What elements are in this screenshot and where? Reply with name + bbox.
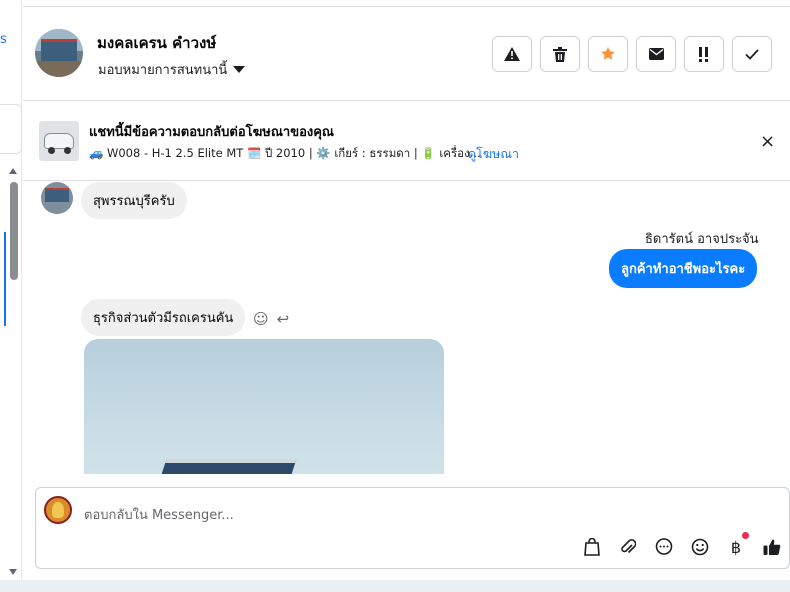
delete-button[interactable] xyxy=(540,36,580,72)
view-ad-link[interactable]: ดูโฆษณา xyxy=(468,144,519,164)
notification-dot xyxy=(742,532,749,539)
mark-done-button[interactable] xyxy=(732,36,772,72)
scroll-up-arrow-icon[interactable] xyxy=(9,168,17,174)
message-thread: สุพรรณบุรีครับ ธิดารัตน์ อาจประจัน ลูกค้… xyxy=(23,182,790,474)
agent-name: ธิดารัตน์ อาจประจัน xyxy=(645,232,759,247)
warning-icon xyxy=(504,47,520,61)
composer-tools: ฿ xyxy=(581,532,783,558)
priority-icon xyxy=(699,46,708,62)
reply-input[interactable]: ตอบกลับใน Messenger... xyxy=(84,504,234,525)
action-buttons xyxy=(492,36,772,72)
ad-context-banner: แชทนี้มีข้อความตอบกลับต่อโฆษณาของคุณ 🚙 W… xyxy=(23,101,790,181)
sender-avatar[interactable] xyxy=(41,182,73,214)
assign-dropdown[interactable]: มอบหมายการสนทนานี้ xyxy=(98,59,246,80)
trash-icon xyxy=(553,46,567,62)
baht-symbol: ฿ xyxy=(730,537,742,557)
outgoing-message: ลูกค้าทำอาชีพอะไรคะ xyxy=(609,249,758,288)
ad-thumbnail[interactable] xyxy=(39,121,79,161)
attach-icon[interactable] xyxy=(617,536,639,558)
scrollbar-thumb[interactable] xyxy=(10,182,18,280)
check-icon xyxy=(745,48,759,60)
conversation-header: มงคลเครน คำวงษ์ มอบหมายการสนทนานี้ xyxy=(23,7,790,101)
star-button[interactable] xyxy=(588,36,628,72)
contact-avatar[interactable] xyxy=(35,29,83,77)
spam-button[interactable] xyxy=(492,36,532,72)
conversation-panel: มงคลเครน คำวงษ์ มอบหมายการสนทนานี้ แชทนี… xyxy=(23,6,790,592)
app-root: s มงคลเครน คำวงษ์ มอบหมายการสนทนานี้ แชท… xyxy=(0,0,790,592)
incoming-message: สุพรรณบุรีครับ xyxy=(81,182,187,219)
mail-icon xyxy=(648,48,664,60)
chat-icon[interactable] xyxy=(653,536,675,558)
mark-unread-button[interactable] xyxy=(636,36,676,72)
page-avatar xyxy=(44,496,72,524)
caret-down-icon xyxy=(233,66,246,73)
scroll-down-arrow-icon[interactable] xyxy=(9,569,17,575)
thumbs-up-icon[interactable] xyxy=(761,536,783,558)
conversation-list-edge: s xyxy=(0,0,22,592)
emoji-icon[interactable] xyxy=(689,536,711,558)
reply-icon[interactable]: ↩ xyxy=(277,310,290,328)
follow-up-button[interactable] xyxy=(684,36,724,72)
message-actions: ☺ ↩ xyxy=(253,310,289,328)
bag-icon[interactable] xyxy=(581,536,603,558)
react-emoji-icon[interactable]: ☺ xyxy=(253,310,269,328)
baht-icon[interactable]: ฿ xyxy=(725,532,749,558)
sidebar-input-edge[interactable] xyxy=(0,104,22,154)
incoming-message: ธุรกิจส่วนตัวมีรถเครนคัน xyxy=(81,299,246,336)
ad-details: 🚙 W008 - H-1 2.5 Elite MT 🗓️ ปี 2010 | ⚙… xyxy=(89,146,481,160)
contact-name[interactable]: มงคลเครน คำวงษ์ xyxy=(97,31,216,55)
assign-label: มอบหมายการสนทนานี้ xyxy=(98,63,228,78)
ad-banner-title: แชทนี้มีข้อความตอบกลับต่อโฆษณาของคุณ xyxy=(89,125,334,140)
close-icon[interactable]: × xyxy=(760,133,775,151)
cut-off-text: s xyxy=(0,32,7,47)
reply-composer: ตอบกลับใน Messenger... ฿ xyxy=(35,487,790,569)
message-image[interactable] xyxy=(84,339,444,474)
star-icon xyxy=(601,47,615,60)
footer-band xyxy=(0,580,790,592)
selected-indicator xyxy=(4,232,6,326)
